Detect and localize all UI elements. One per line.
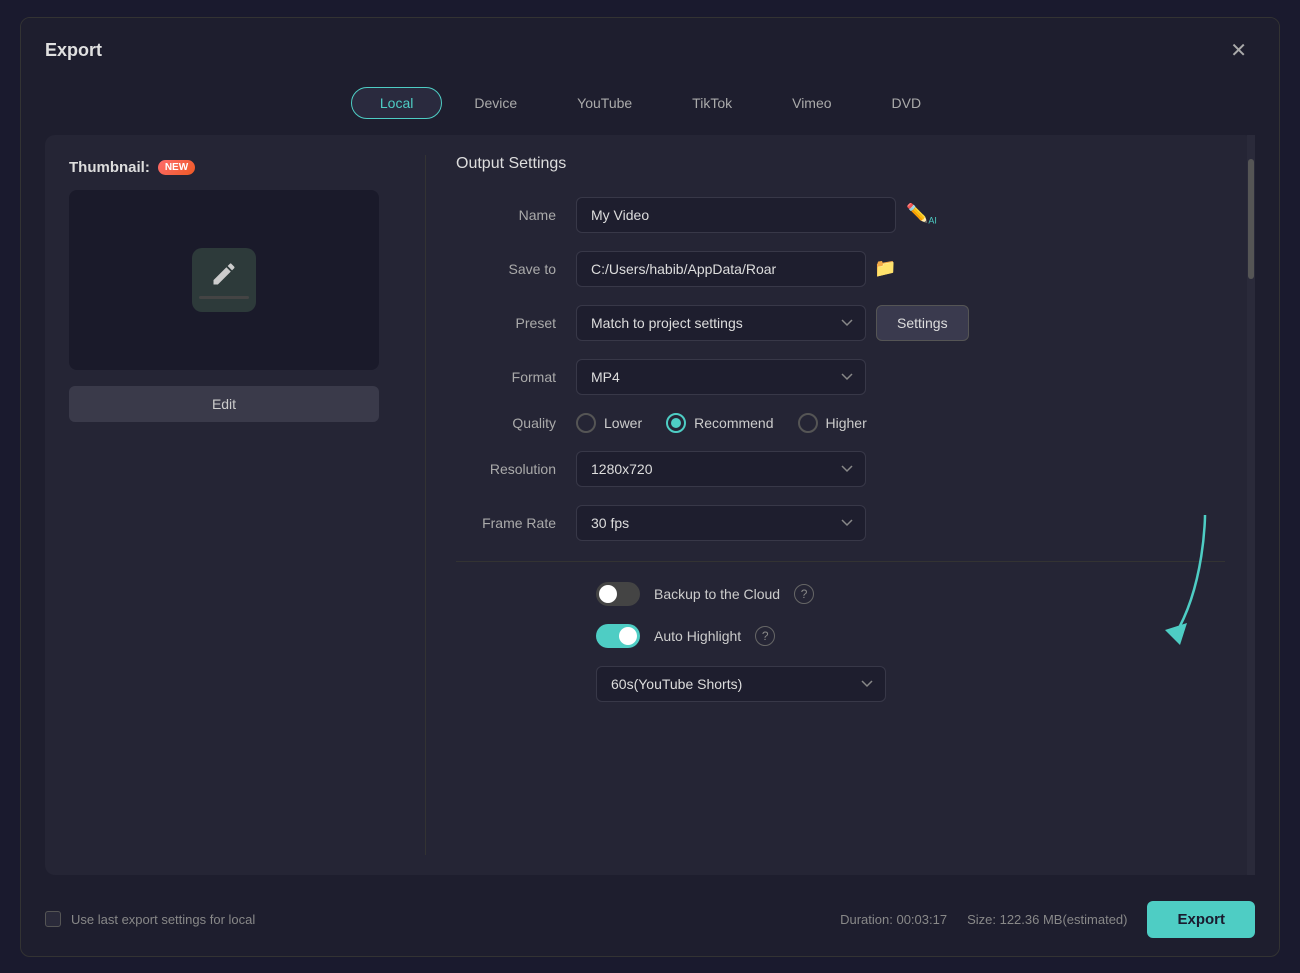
edit-pencil-icon — [210, 260, 238, 288]
dialog-header: Export ✕ — [21, 18, 1279, 79]
highlight-duration-row: 60s(YouTube Shorts) — [456, 666, 1225, 702]
backup-help-icon[interactable]: ? — [794, 584, 814, 604]
quality-lower-label: Lower — [604, 415, 642, 431]
duration-text: Duration: 00:03:17 — [840, 912, 947, 927]
ai-icon[interactable]: ✏️AI — [906, 203, 937, 226]
thumbnail-icon-box — [192, 248, 256, 312]
quality-row: Quality Lower Recommend — [456, 413, 1225, 433]
format-select[interactable]: MP4 — [576, 359, 866, 395]
name-row: Name ✏️AI — [456, 197, 1225, 233]
bottom-right: Duration: 00:03:17 Size: 122.36 MB(estim… — [840, 901, 1255, 938]
quality-lower-radio[interactable] — [576, 413, 596, 433]
bottom-bar: Use last export settings for local Durat… — [21, 885, 1279, 954]
resolution-control: 1280x720 — [576, 451, 1225, 487]
output-settings-title: Output Settings — [456, 155, 1225, 173]
quality-lower-option[interactable]: Lower — [576, 413, 642, 433]
scrollbar-thumb[interactable] — [1248, 159, 1254, 279]
thumbnail-line — [199, 296, 249, 299]
quality-recommend-label: Recommend — [694, 415, 773, 431]
frame-rate-label: Frame Rate — [456, 515, 576, 531]
format-control: MP4 — [576, 359, 1225, 395]
format-label: Format — [456, 369, 576, 385]
save-to-input[interactable] — [576, 251, 866, 287]
preset-row: Preset Match to project settings Setting… — [456, 305, 1225, 341]
size-text: Size: 122.36 MB(estimated) — [967, 912, 1127, 927]
edit-button[interactable]: Edit — [69, 386, 379, 422]
frame-rate-row: Frame Rate 30 fps — [456, 505, 1225, 541]
right-panel: Output Settings Name ✏️AI Save to 📁 Pr — [426, 135, 1255, 875]
new-badge: NEW — [158, 160, 195, 175]
highlight-duration-select[interactable]: 60s(YouTube Shorts) — [596, 666, 886, 702]
export-button[interactable]: Export — [1147, 901, 1255, 938]
resolution-row: Resolution 1280x720 — [456, 451, 1225, 487]
thumbnail-text: Thumbnail: — [69, 159, 150, 176]
toggle-knob-backup — [599, 585, 617, 603]
frame-rate-control: 30 fps — [576, 505, 1225, 541]
auto-highlight-help-icon[interactable]: ? — [755, 626, 775, 646]
resolution-select[interactable]: 1280x720 — [576, 451, 866, 487]
auto-highlight-row: Auto Highlight ? — [456, 624, 1225, 648]
save-to-control: 📁 — [576, 251, 1225, 287]
tab-device[interactable]: Device — [446, 87, 545, 119]
thumbnail-preview — [69, 190, 379, 370]
name-control: ✏️AI — [576, 197, 1225, 233]
main-content: Thumbnail: NEW Edit Output Settings Name — [45, 135, 1255, 875]
quality-higher-radio[interactable] — [798, 413, 818, 433]
backup-label: Backup to the Cloud — [654, 586, 780, 602]
preset-control: Match to project settings Settings — [576, 305, 1225, 341]
settings-button[interactable]: Settings — [876, 305, 969, 341]
tab-local[interactable]: Local — [351, 87, 442, 119]
backup-toggle[interactable] — [596, 582, 640, 606]
thumbnail-label: Thumbnail: NEW — [69, 159, 401, 176]
last-settings-label: Use last export settings for local — [71, 912, 255, 927]
section-divider — [456, 561, 1225, 562]
last-settings-row: Use last export settings for local — [45, 911, 255, 927]
save-to-row: Save to 📁 — [456, 251, 1225, 287]
quality-label: Quality — [456, 415, 576, 431]
radio-inner-dot — [671, 418, 681, 428]
close-button[interactable]: ✕ — [1222, 34, 1255, 67]
format-row: Format MP4 — [456, 359, 1225, 395]
auto-highlight-label: Auto Highlight — [654, 628, 741, 644]
name-label: Name — [456, 207, 576, 223]
quality-control: Lower Recommend Higher — [576, 413, 1225, 433]
last-settings-checkbox[interactable] — [45, 911, 61, 927]
backup-row: Backup to the Cloud ? — [456, 582, 1225, 606]
export-dialog: Export ✕ Local Device YouTube TikTok Vim… — [20, 17, 1280, 957]
preset-label: Preset — [456, 315, 576, 331]
tab-youtube[interactable]: YouTube — [549, 87, 660, 119]
quality-recommend-radio[interactable] — [666, 413, 686, 433]
tab-vimeo[interactable]: Vimeo — [764, 87, 859, 119]
preset-select[interactable]: Match to project settings — [576, 305, 866, 341]
toggle-knob-highlight — [619, 627, 637, 645]
frame-rate-select[interactable]: 30 fps — [576, 505, 866, 541]
tabs-bar: Local Device YouTube TikTok Vimeo DVD — [21, 79, 1279, 135]
resolution-label: Resolution — [456, 461, 576, 477]
tab-tiktok[interactable]: TikTok — [664, 87, 760, 119]
auto-highlight-toggle[interactable] — [596, 624, 640, 648]
quality-higher-label: Higher — [826, 415, 867, 431]
quality-recommend-option[interactable]: Recommend — [666, 413, 773, 433]
left-panel: Thumbnail: NEW Edit — [45, 135, 425, 875]
dialog-title: Export — [45, 40, 102, 61]
name-input[interactable] — [576, 197, 896, 233]
tab-dvd[interactable]: DVD — [864, 87, 950, 119]
scrollbar-track[interactable] — [1247, 135, 1255, 875]
save-to-label: Save to — [456, 261, 576, 277]
quality-higher-option[interactable]: Higher — [798, 413, 867, 433]
folder-icon[interactable]: 📁 — [874, 258, 896, 279]
